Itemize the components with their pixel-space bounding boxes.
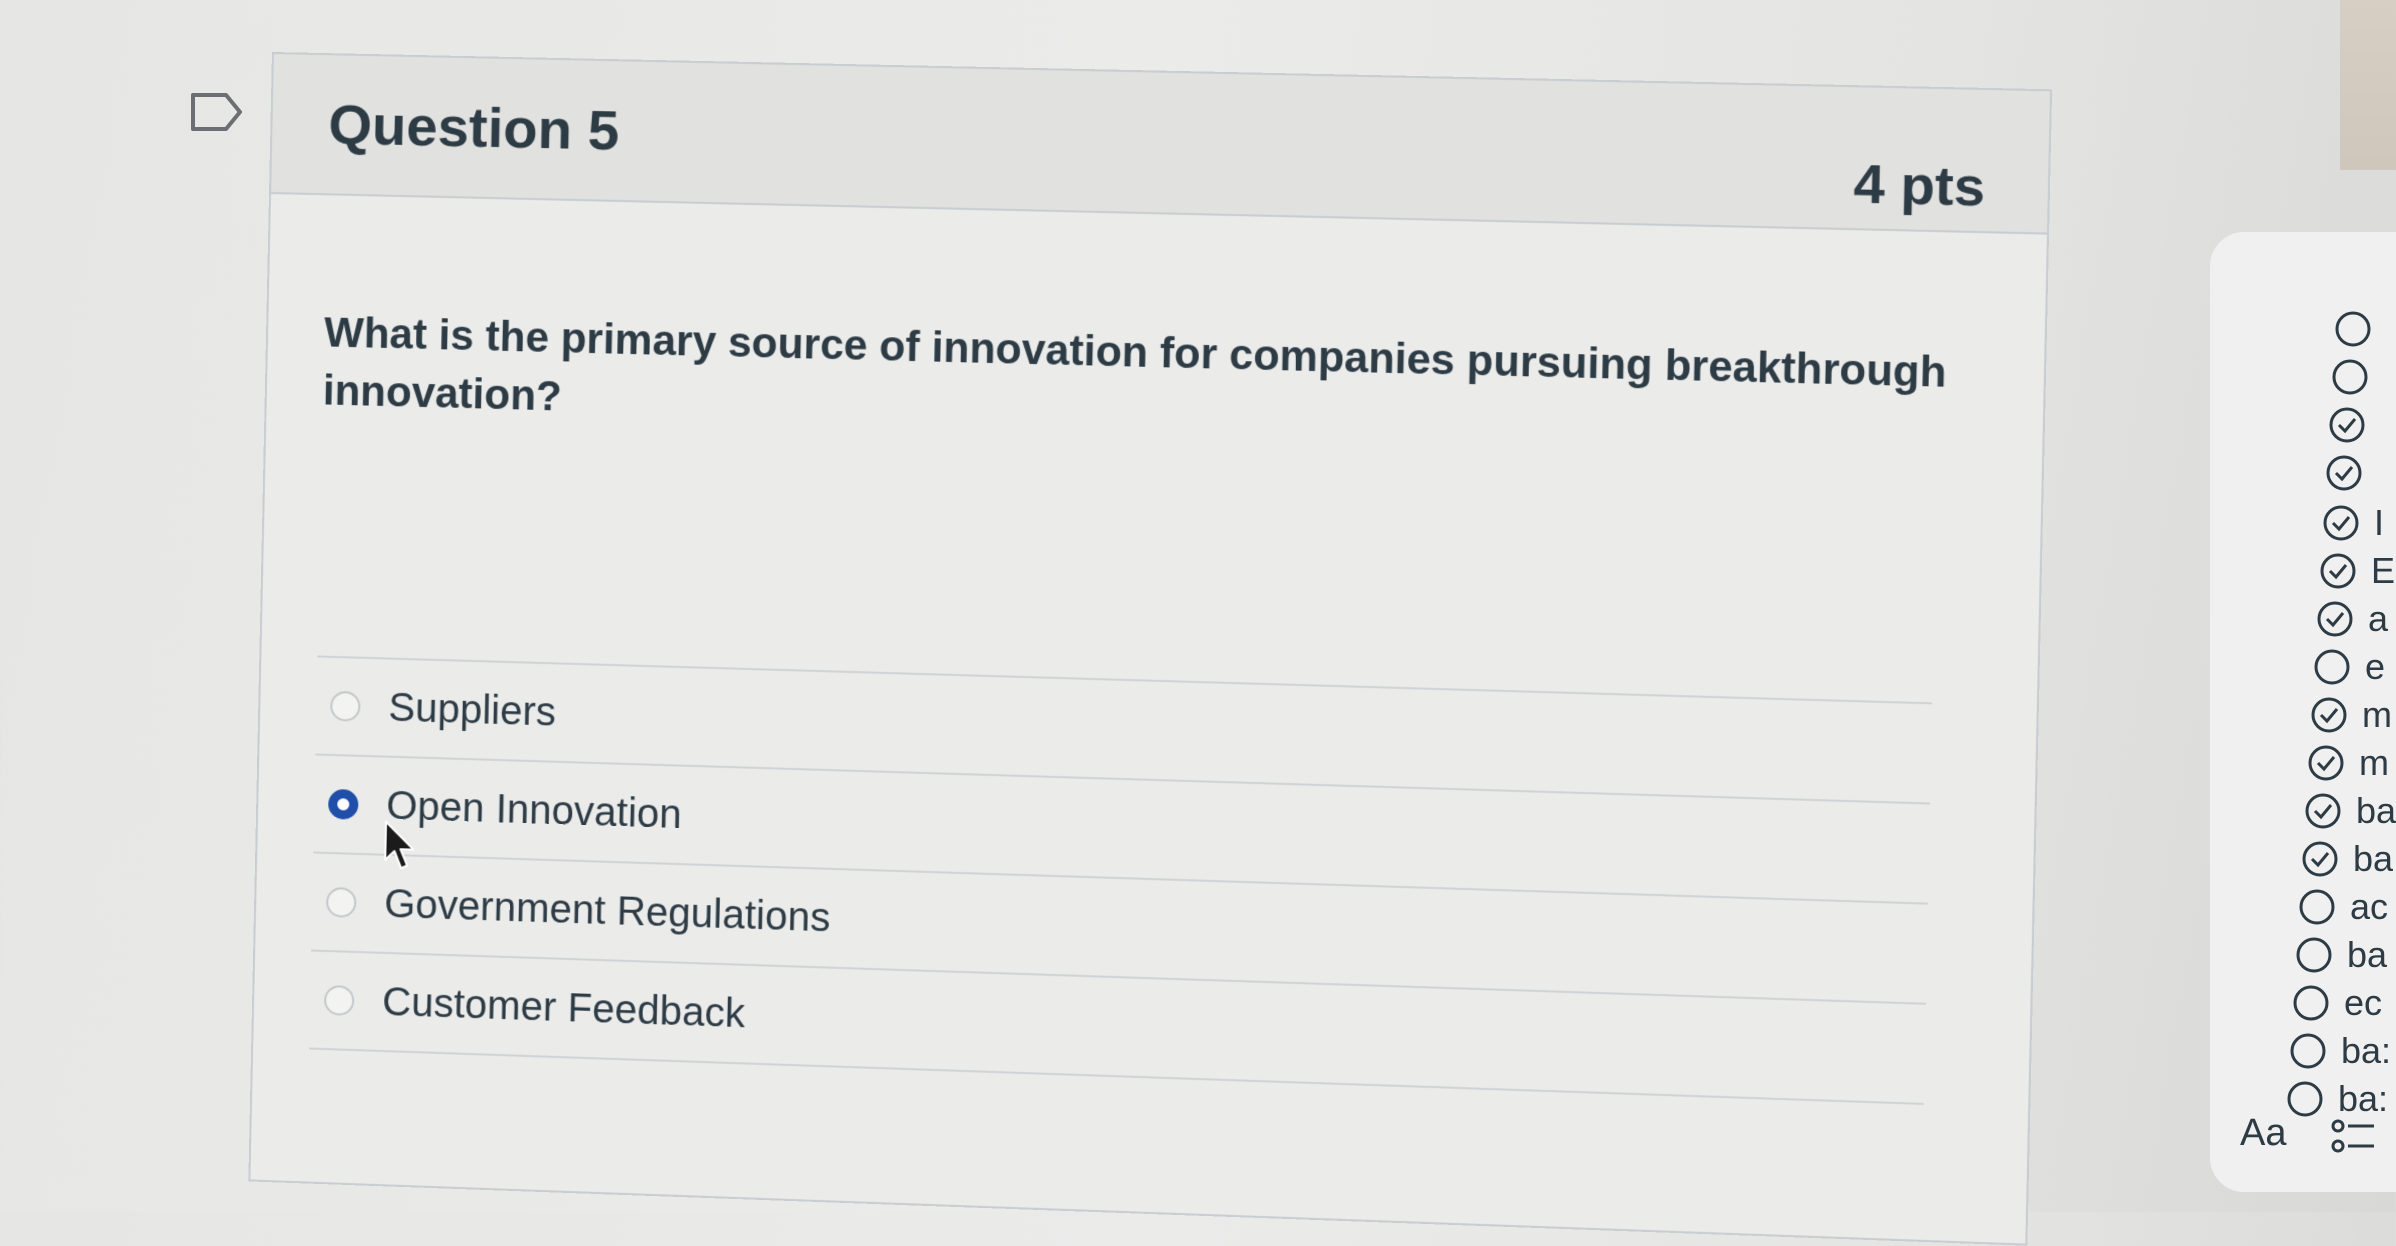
question-status-item[interactable]: I — [2322, 502, 2384, 544]
answered-check-icon — [2316, 600, 2354, 638]
question-status-item[interactable]: ba: — [2289, 1030, 2391, 1072]
question-status-label: ba — [2356, 790, 2396, 832]
question-status-label: E — [2371, 550, 2395, 592]
background-object — [2340, 0, 2396, 170]
question-card: Question 5 4 pts What is the primary sou… — [248, 52, 2052, 1246]
unanswered-circle-icon — [2286, 1080, 2324, 1118]
question-status-item[interactable] — [2331, 358, 2383, 396]
question-status-item[interactable] — [2325, 454, 2377, 492]
unanswered-circle-icon — [2331, 358, 2369, 396]
answer-label[interactable]: Customer Feedback — [382, 979, 746, 1036]
question-status-item[interactable] — [2328, 406, 2380, 444]
question-status-label: m — [2362, 694, 2392, 736]
question-status-label: m — [2359, 742, 2389, 784]
question-status-label: ac — [2350, 886, 2388, 928]
question-status-item[interactable]: ba — [2295, 934, 2387, 976]
question-status-item[interactable]: ba: — [2286, 1078, 2388, 1120]
unanswered-circle-icon — [2289, 1032, 2327, 1070]
list-options-icon[interactable] — [2330, 1116, 2380, 1160]
answered-check-icon — [2310, 696, 2348, 734]
question-status-label: ba: — [2341, 1030, 2391, 1072]
unanswered-circle-icon — [2334, 310, 2372, 348]
answered-check-icon — [2319, 552, 2357, 590]
question-points: 4 pts — [1853, 153, 1986, 219]
question-status-item[interactable]: ec — [2292, 982, 2382, 1024]
question-status-item[interactable] — [2334, 310, 2386, 348]
question-status-item[interactable]: e — [2313, 646, 2385, 688]
question-status-item[interactable]: ba — [2304, 790, 2396, 832]
text-size-toggle[interactable]: Aa — [2240, 1112, 2286, 1155]
question-status-item[interactable]: m — [2307, 742, 2389, 784]
answered-check-icon — [2301, 840, 2339, 878]
unanswered-circle-icon — [2292, 984, 2330, 1022]
question-title: Question 5 — [328, 91, 620, 163]
question-status-label: I — [2374, 502, 2384, 544]
radio-button-selected[interactable] — [328, 789, 359, 820]
answered-check-icon — [2307, 744, 2345, 782]
radio-button[interactable] — [326, 887, 357, 918]
question-status-item[interactable]: E — [2319, 550, 2395, 592]
question-status-item[interactable]: ba — [2301, 838, 2393, 880]
question-status-label: ba — [2347, 934, 2387, 976]
unanswered-circle-icon — [2298, 888, 2336, 926]
question-text: What is the primary source of innovation… — [322, 303, 1981, 462]
answered-check-icon — [2328, 406, 2366, 444]
question-status-label: e — [2365, 646, 2385, 688]
question-status-item[interactable]: a — [2316, 598, 2388, 640]
answer-list: Suppliers Open Innovation Government Reg… — [309, 655, 1932, 1104]
question-status-item[interactable]: ac — [2298, 886, 2388, 928]
unanswered-circle-icon — [2313, 648, 2351, 686]
question-status-item[interactable]: m — [2310, 694, 2392, 736]
answered-check-icon — [2322, 504, 2360, 542]
question-status-label: ec — [2344, 982, 2382, 1024]
flag-question-icon[interactable] — [190, 92, 244, 132]
question-header: Question 5 4 pts — [271, 54, 2050, 235]
answer-label[interactable]: Open Innovation — [386, 783, 682, 837]
answered-check-icon — [2325, 454, 2363, 492]
unanswered-circle-icon — [2295, 936, 2333, 974]
answered-check-icon — [2304, 792, 2342, 830]
question-status-label: ba — [2353, 838, 2393, 880]
answer-label[interactable]: Government Regulations — [384, 881, 831, 941]
question-status-label: a — [2368, 598, 2388, 640]
radio-button[interactable] — [324, 985, 355, 1016]
question-status-label: ba: — [2338, 1078, 2388, 1120]
answer-label[interactable]: Suppliers — [388, 685, 556, 735]
radio-button[interactable] — [330, 691, 361, 722]
